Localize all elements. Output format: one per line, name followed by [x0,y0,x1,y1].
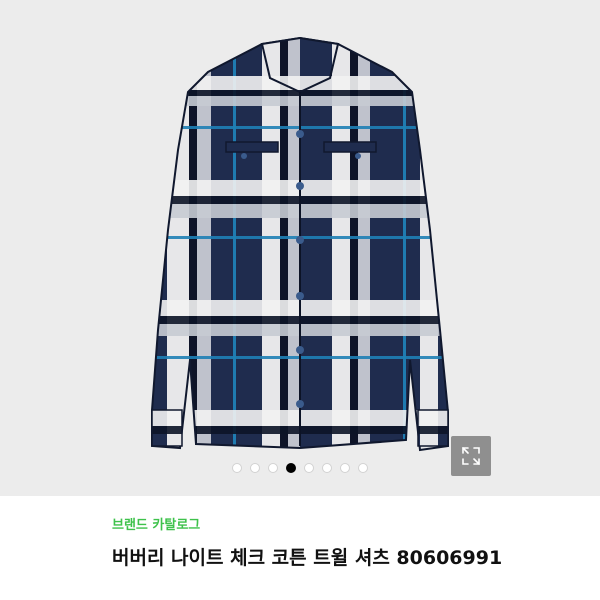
carousel-indicator [0,463,600,473]
brand-catalog-link[interactable]: 브랜드 카탈로그 [112,514,200,533]
carousel-dot[interactable] [268,463,278,473]
product-image-gallery[interactable] [0,0,600,496]
carousel-dot[interactable] [232,463,242,473]
carousel-dot[interactable] [358,463,368,473]
product-title: 버버리 나이트 체크 코튼 트윌 셔츠 80606991 [112,547,503,569]
carousel-dot[interactable] [304,463,314,473]
carousel-dot[interactable] [250,463,260,473]
carousel-dot[interactable] [340,463,350,473]
carousel-dot-active[interactable] [286,463,296,473]
carousel-dot[interactable] [322,463,332,473]
product-image [151,36,449,452]
